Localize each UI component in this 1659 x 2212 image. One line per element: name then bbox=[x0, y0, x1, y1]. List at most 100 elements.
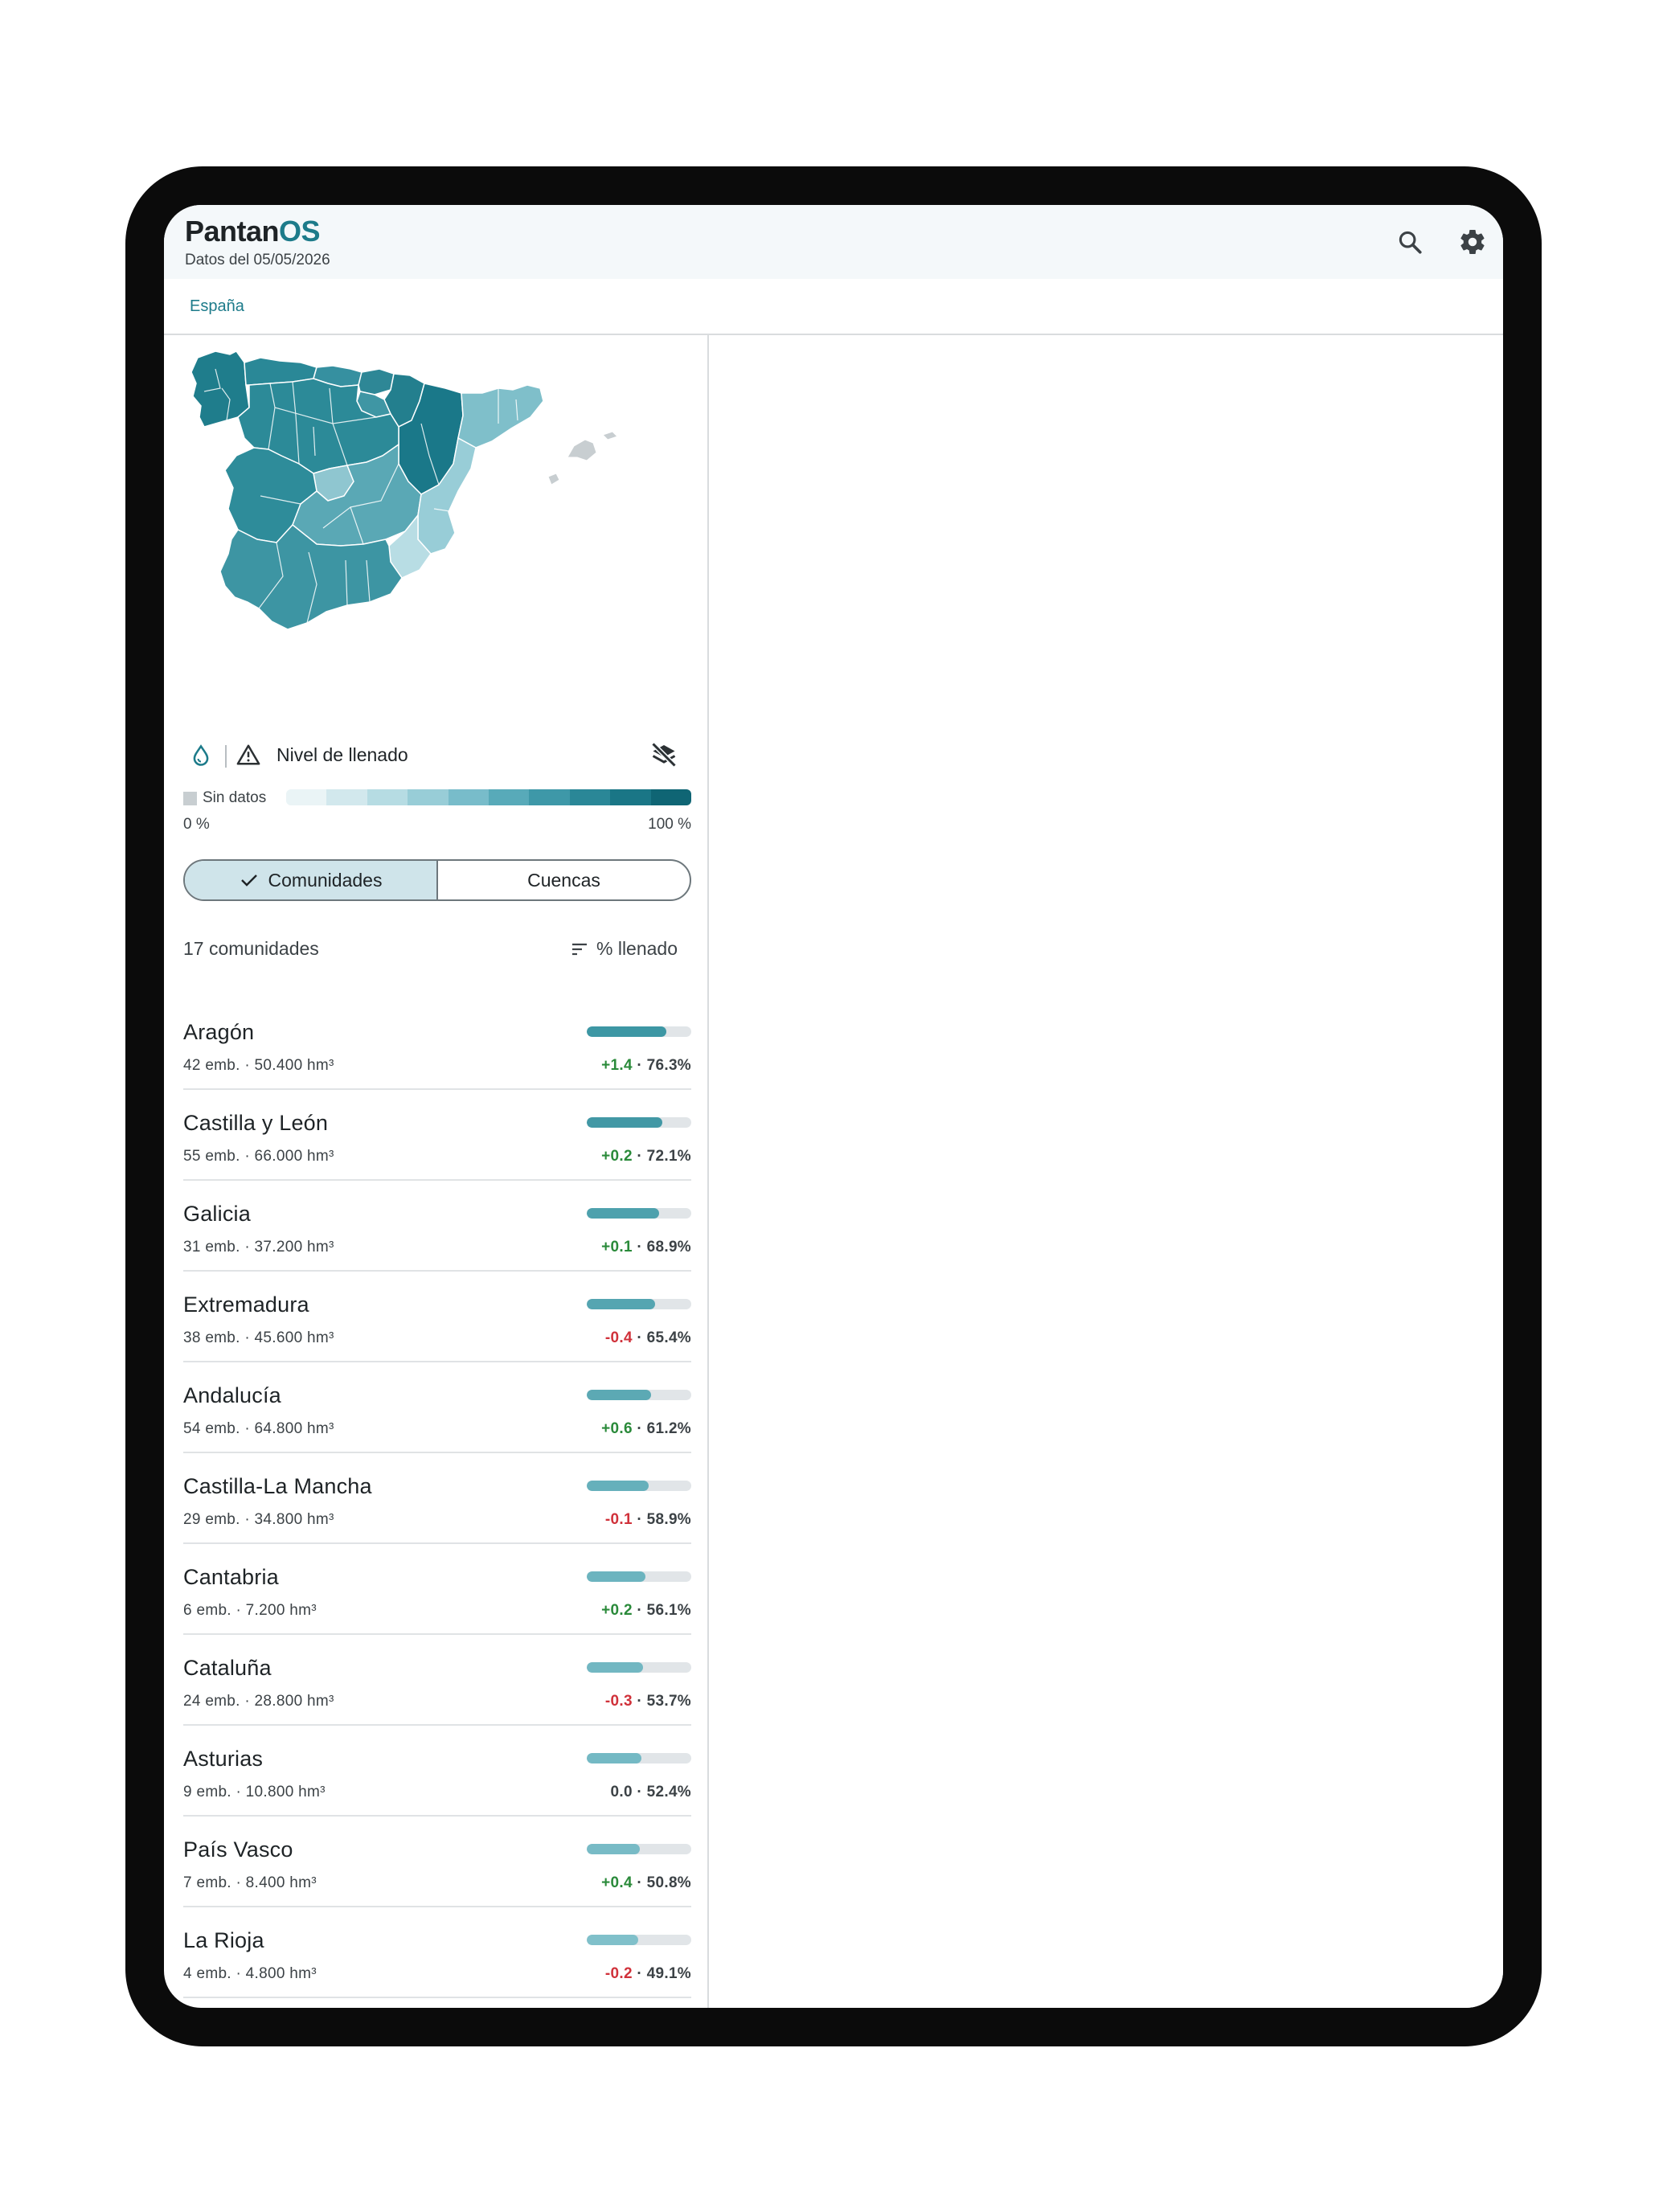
region-illes-balears-ibiza[interactable] bbox=[547, 473, 560, 485]
list-item[interactable]: Aragón 42 emb. · 50.400 hm³ +1.4 · 76.3% bbox=[183, 999, 691, 1090]
toggle-comunidades-label: Comunidades bbox=[268, 869, 383, 891]
item-meta: 54 emb. · 64.800 hm³ bbox=[183, 1420, 334, 1437]
item-name: Asturias bbox=[183, 1747, 264, 1771]
item-stat: +0.1 · 68.9% bbox=[601, 1239, 691, 1256]
toggle-cuencas[interactable]: Cuencas bbox=[438, 861, 690, 899]
spain-choropleth-map[interactable] bbox=[180, 343, 678, 721]
item-name: Aragón bbox=[183, 1020, 255, 1044]
scale-step bbox=[489, 789, 530, 805]
list-item[interactable]: Navarra bbox=[183, 1998, 691, 2008]
scale-step bbox=[286, 789, 327, 805]
item-percent: 72.1% bbox=[646, 1148, 691, 1165]
scale-step bbox=[650, 789, 691, 805]
item-stat: -0.4 · 65.4% bbox=[604, 1329, 691, 1346]
item-delta: 0.0 bbox=[610, 1784, 633, 1800]
list-item[interactable]: Extremadura 38 emb. · 45.600 hm³ -0.4 · 65… bbox=[183, 1272, 691, 1362]
item-delta: +0.1 bbox=[601, 1239, 633, 1256]
list-item[interactable]: Galicia 31 emb. · 37.200 hm³ +0.1 · 68.9% bbox=[183, 1181, 691, 1272]
detail-panel bbox=[711, 335, 1503, 2008]
item-percent: 49.1% bbox=[646, 1965, 691, 1982]
left-panel: Nivel de llenado Sin datos 0 % 100 % Com… bbox=[164, 335, 709, 2008]
community-list: Aragón 42 emb. · 50.400 hm³ +1.4 · 76.3% Ca… bbox=[183, 999, 691, 2008]
item-stat: +0.2 · 56.1% bbox=[601, 1602, 691, 1619]
item-delta: +0.6 bbox=[601, 1420, 633, 1437]
item-name: Cantabria bbox=[183, 1565, 279, 1589]
toggle-cuencas-label: Cuencas bbox=[527, 869, 600, 891]
item-stat: +0.6 · 61.2% bbox=[601, 1420, 691, 1437]
fill-bar-value bbox=[587, 1117, 662, 1128]
app-title: PantanOS bbox=[185, 215, 321, 248]
item-meta: 7 emb. · 8.400 hm³ bbox=[183, 1874, 317, 1891]
list-item[interactable]: La Rioja 4 emb. · 4.800 hm³ -0.2 · 49.1% bbox=[183, 1907, 691, 1998]
item-percent: 58.9% bbox=[646, 1511, 691, 1528]
item-percent: 50.8% bbox=[646, 1874, 691, 1891]
fill-bar bbox=[587, 1117, 691, 1128]
item-name: La Rioja bbox=[183, 1928, 264, 1952]
fill-bar-value bbox=[587, 1390, 651, 1400]
item-delta: +0.4 bbox=[601, 1874, 633, 1891]
no-data-label: Sin datos bbox=[203, 789, 267, 806]
toggle-comunidades[interactable]: Comunidades bbox=[185, 861, 438, 899]
item-name: Castilla-La Mancha bbox=[183, 1474, 372, 1498]
item-stat: +0.2 · 72.1% bbox=[601, 1148, 691, 1165]
item-percent: 61.2% bbox=[646, 1420, 691, 1437]
region-cataluna[interactable] bbox=[457, 384, 544, 449]
item-meta: 55 emb. · 66.000 hm³ bbox=[183, 1148, 334, 1165]
warning-triangle-icon[interactable] bbox=[236, 743, 260, 770]
item-percent: 56.1% bbox=[646, 1602, 691, 1619]
sort-button[interactable]: % llenado bbox=[571, 938, 678, 960]
fill-bar bbox=[587, 1299, 691, 1309]
legend-separator bbox=[225, 745, 227, 768]
item-meta: 24 emb. · 28.800 hm³ bbox=[183, 1693, 334, 1710]
list-item[interactable]: Andalucía 54 emb. · 64.800 hm³ +0.6 · 61.2… bbox=[183, 1362, 691, 1453]
list-item[interactable]: Castilla-La Mancha 29 emb. · 34.800 hm³ -0… bbox=[183, 1453, 691, 1544]
item-stat: 0.0 · 52.4% bbox=[610, 1784, 691, 1800]
scale-step bbox=[610, 789, 651, 805]
no-data-swatch bbox=[183, 792, 197, 805]
tablet-frame: PantanOS Datos del 05/05/2026 España Niv… bbox=[125, 166, 1542, 2046]
sort-label: % llenado bbox=[596, 938, 678, 959]
item-name: Cataluña bbox=[183, 1656, 272, 1680]
item-stat: -0.2 · 49.1% bbox=[604, 1965, 691, 1982]
breadcrumb-spain[interactable]: España bbox=[190, 297, 244, 316]
item-stat: -0.3 · 53.7% bbox=[604, 1693, 691, 1710]
scale-step bbox=[326, 789, 367, 805]
fill-bar-value bbox=[587, 1299, 656, 1309]
item-percent: 65.4% bbox=[646, 1329, 691, 1346]
search-icon bbox=[1399, 231, 1422, 254]
item-percent: 52.4% bbox=[646, 1784, 691, 1800]
settings-button[interactable] bbox=[1453, 223, 1492, 261]
water-drop-icon[interactable] bbox=[190, 743, 212, 772]
region-pais-vasco[interactable] bbox=[358, 368, 395, 395]
region-illes-balears[interactable] bbox=[567, 439, 597, 461]
map-legend-header: Nivel de llenado bbox=[190, 739, 694, 771]
list-item[interactable]: Cantabria 6 emb. · 7.200 hm³ +0.2 · 56.1% bbox=[183, 1544, 691, 1635]
fill-bar bbox=[587, 1026, 691, 1037]
search-button[interactable] bbox=[1391, 223, 1429, 261]
list-item[interactable]: Asturias 9 emb. · 10.800 hm³ 0.0 · 52.4% bbox=[183, 1726, 691, 1817]
item-name: País Vasco bbox=[183, 1837, 293, 1862]
scale-step bbox=[529, 789, 570, 805]
item-stat: +0.4 · 50.8% bbox=[601, 1874, 691, 1891]
layers-off-icon[interactable] bbox=[649, 740, 678, 773]
list-item[interactable]: País Vasco 7 emb. · 8.400 hm³ +0.4 · 50.8% bbox=[183, 1817, 691, 1907]
app-screen: PantanOS Datos del 05/05/2026 España Niv… bbox=[164, 205, 1503, 2008]
list-item[interactable]: Castilla y León 55 emb. · 66.000 hm³ +0.2 … bbox=[183, 1090, 691, 1181]
region-illes-balears-menorca[interactable] bbox=[602, 431, 618, 440]
breadcrumb: España bbox=[164, 279, 1503, 335]
item-meta: 31 emb. · 37.200 hm³ bbox=[183, 1239, 334, 1256]
fill-bar bbox=[587, 1208, 691, 1219]
fill-bar bbox=[587, 1844, 691, 1854]
item-percent: 76.3% bbox=[646, 1057, 691, 1074]
fill-bar-value bbox=[587, 1753, 642, 1763]
item-meta: 29 emb. · 34.800 hm³ bbox=[183, 1511, 334, 1528]
item-delta: +0.2 bbox=[601, 1148, 633, 1165]
list-item[interactable]: Cataluña 24 emb. · 28.800 hm³ -0.3 · 53.7% bbox=[183, 1635, 691, 1726]
item-name: Extremadura bbox=[183, 1292, 309, 1317]
data-date: Datos del 05/05/2026 bbox=[185, 252, 330, 268]
fill-bar bbox=[587, 1753, 691, 1763]
fill-bar-value bbox=[587, 1935, 638, 1945]
item-delta: +0.2 bbox=[601, 1602, 633, 1619]
item-stat: +1.4 · 76.3% bbox=[601, 1057, 691, 1074]
item-meta: 42 emb. · 50.400 hm³ bbox=[183, 1057, 334, 1074]
